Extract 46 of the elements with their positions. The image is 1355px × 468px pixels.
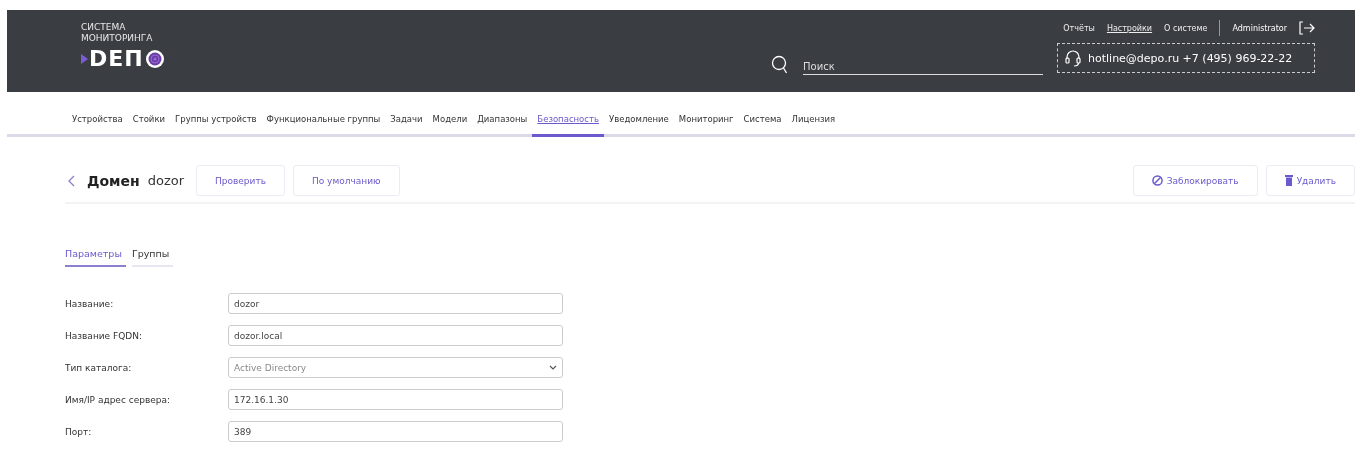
field-label: Тип каталога: (65, 362, 133, 373)
search-icon[interactable] (771, 55, 789, 75)
top-link[interactable]: О системе (1164, 23, 1208, 33)
play-mark-icon (81, 54, 88, 64)
trash-icon (1284, 175, 1293, 186)
hotline-text: hotline@depo.ru +7 (495) 969-22-22 (1088, 51, 1293, 65)
field-label: Порт: (65, 426, 93, 437)
input-field[interactable]: 172.16.1.30 (228, 389, 563, 410)
top-link[interactable]: Отчёты (1063, 23, 1095, 33)
chevron-down-icon (549, 365, 557, 370)
logo-caption: СИСТЕМА МОНИТОРИНГА (81, 22, 154, 44)
nav-tab[interactable]: Мониторинг (673, 106, 739, 137)
input-field[interactable]: 389 (228, 421, 563, 442)
top-link[interactable]: Настройки (1106, 23, 1153, 33)
ring-logo-icon (144, 49, 165, 69)
tab[interactable]: Группы (131, 244, 174, 267)
tab[interactable]: Параметры (65, 244, 126, 267)
input-field[interactable]: dozor.local (228, 325, 563, 346)
action-button[interactable]: По умолчанию (292, 165, 400, 196)
select-field[interactable]: Active Directory (228, 357, 563, 378)
block-icon (1151, 175, 1163, 186)
search-field[interactable]: Поиск (803, 59, 1043, 75)
field-label: Название: (65, 298, 115, 309)
nav-tab[interactable]: Функциональные группы (261, 106, 386, 137)
nav-tab[interactable]: Система (738, 106, 787, 137)
nav-tab[interactable]: Группы устройств (170, 106, 262, 137)
nav-tab[interactable]: Уведомление (603, 106, 674, 137)
action-button[interactable]: Проверить (196, 165, 285, 196)
page-title: Домен (87, 172, 140, 189)
block-button[interactable]: Заблокировать (1132, 165, 1258, 196)
logout-icon[interactable] (1299, 21, 1315, 35)
domain-name: dozor (147, 173, 185, 188)
nav-tab[interactable]: Модели (427, 106, 473, 137)
logo-text: DEП (89, 47, 144, 71)
headset-icon (1064, 49, 1082, 67)
nav-tab[interactable]: Задачи (385, 106, 428, 137)
input-field[interactable]: dozor (228, 293, 563, 314)
user-name: Administrator (1232, 23, 1287, 33)
nav-tab[interactable]: Устройства (67, 106, 128, 137)
nav-tab[interactable]: Диапазоны (472, 106, 533, 137)
field-label: Имя/IP адрес сервера: (65, 394, 171, 405)
nav-tab[interactable]: Лицензия (786, 106, 841, 137)
field-label: Название FQDN: (65, 330, 143, 341)
delete-button[interactable]: Удалить (1265, 165, 1355, 196)
nav-tab[interactable]: Стойки (127, 106, 171, 137)
nav-tab[interactable]: Безопасность (532, 106, 604, 137)
